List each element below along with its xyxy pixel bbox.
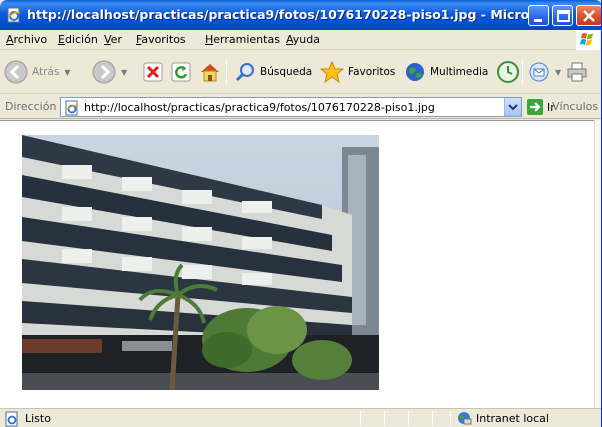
- standard-toolbar: Atrás ▼ ▼ Búsqueda Favoritos Multimedia …: [0, 51, 601, 94]
- print-icon: [567, 62, 587, 82]
- address-label: Dirección: [5, 100, 57, 113]
- security-zone-label: Intranet local: [476, 412, 549, 425]
- media-label: Multimedia: [430, 66, 489, 78]
- print-button[interactable]: [566, 57, 588, 87]
- go-arrow-icon: [527, 99, 543, 115]
- home-button[interactable]: [198, 57, 222, 87]
- menu-favoritos[interactable]: Favoritos: [136, 33, 186, 46]
- minimize-icon: [534, 19, 542, 22]
- page-icon: [5, 411, 18, 427]
- chevron-down-icon: [508, 104, 518, 111]
- windows-logo: [576, 30, 600, 50]
- back-arrow-icon: [4, 60, 28, 84]
- back-button[interactable]: Atrás ▼: [4, 57, 71, 87]
- address-dropdown-button[interactable]: [504, 98, 521, 116]
- address-bar: Dirección http://localhost/practicas/pra…: [0, 95, 601, 119]
- stop-icon: [143, 62, 163, 82]
- toolbar-separator: [522, 59, 523, 85]
- star-icon: [320, 61, 344, 83]
- minimize-button[interactable]: [528, 5, 549, 26]
- ie-page-icon: [7, 7, 21, 23]
- status-divider: [360, 411, 361, 426]
- status-divider: [384, 411, 385, 426]
- mail-dropdown-icon[interactable]: ▼: [555, 68, 561, 77]
- refresh-button[interactable]: [170, 57, 192, 87]
- menu-herramientas[interactable]: Herramientas: [205, 33, 280, 46]
- media-globe-icon: [406, 63, 424, 81]
- browser-window: http://localhost/practicas/practica9/fot…: [0, 0, 602, 427]
- vertical-scrollbar[interactable]: [594, 120, 601, 408]
- mail-icon: [529, 62, 549, 82]
- address-input[interactable]: http://localhost/practicas/practica9/fot…: [60, 97, 522, 117]
- back-label: Atrás: [32, 66, 60, 78]
- mail-button[interactable]: ▼: [528, 57, 561, 87]
- maximize-icon: [557, 10, 570, 22]
- windows-flag-icon: [580, 33, 593, 46]
- favorites-label: Favoritos: [348, 66, 396, 78]
- intranet-globe-icon: [458, 412, 472, 425]
- status-divider: [432, 411, 433, 426]
- title-bar[interactable]: http://localhost/practicas/practica9/fot…: [0, 0, 601, 30]
- home-icon: [201, 64, 219, 82]
- building-photo: [22, 135, 379, 390]
- forward-arrow-icon: [92, 60, 116, 84]
- close-button[interactable]: [576, 5, 601, 26]
- address-url: http://localhost/practicas/practica9/fot…: [84, 101, 435, 114]
- go-button[interactable]: Ir: [526, 98, 555, 116]
- stop-button[interactable]: [142, 57, 164, 87]
- maximize-button[interactable]: [552, 5, 573, 26]
- status-bar: Listo Intranet local: [0, 408, 601, 427]
- ie-page-icon: [65, 100, 79, 116]
- back-dropdown-icon[interactable]: ▼: [64, 68, 70, 77]
- forward-button[interactable]: ▼: [92, 57, 127, 87]
- media-button[interactable]: Multimedia: [404, 57, 488, 87]
- refresh-icon: [171, 62, 191, 82]
- menu-bar: Archivo Edición Ver Favoritos Herramient…: [0, 30, 601, 50]
- history-icon: [497, 61, 519, 83]
- status-divider: [450, 411, 451, 426]
- page-content: [0, 120, 594, 408]
- magnifier-icon: [235, 63, 254, 82]
- forward-dropdown-icon[interactable]: ▼: [121, 68, 127, 77]
- close-icon: [583, 10, 595, 22]
- history-button[interactable]: [496, 57, 520, 87]
- menu-ver[interactable]: Ver: [104, 33, 122, 46]
- menu-ayuda[interactable]: Ayuda: [286, 33, 320, 46]
- status-text: Listo: [25, 412, 51, 425]
- menu-edicion[interactable]: Edición: [58, 33, 98, 46]
- search-label: Búsqueda: [260, 66, 313, 78]
- search-button[interactable]: Búsqueda: [234, 57, 312, 87]
- menu-archivo[interactable]: Archivo: [6, 33, 47, 46]
- toolbar-separator: [226, 59, 227, 85]
- favorites-button[interactable]: Favoritos: [320, 57, 395, 87]
- links-toolbar[interactable]: Vínculos: [552, 100, 598, 113]
- status-divider: [408, 411, 409, 426]
- window-title: http://localhost/practicas/practica9/fot…: [27, 7, 547, 22]
